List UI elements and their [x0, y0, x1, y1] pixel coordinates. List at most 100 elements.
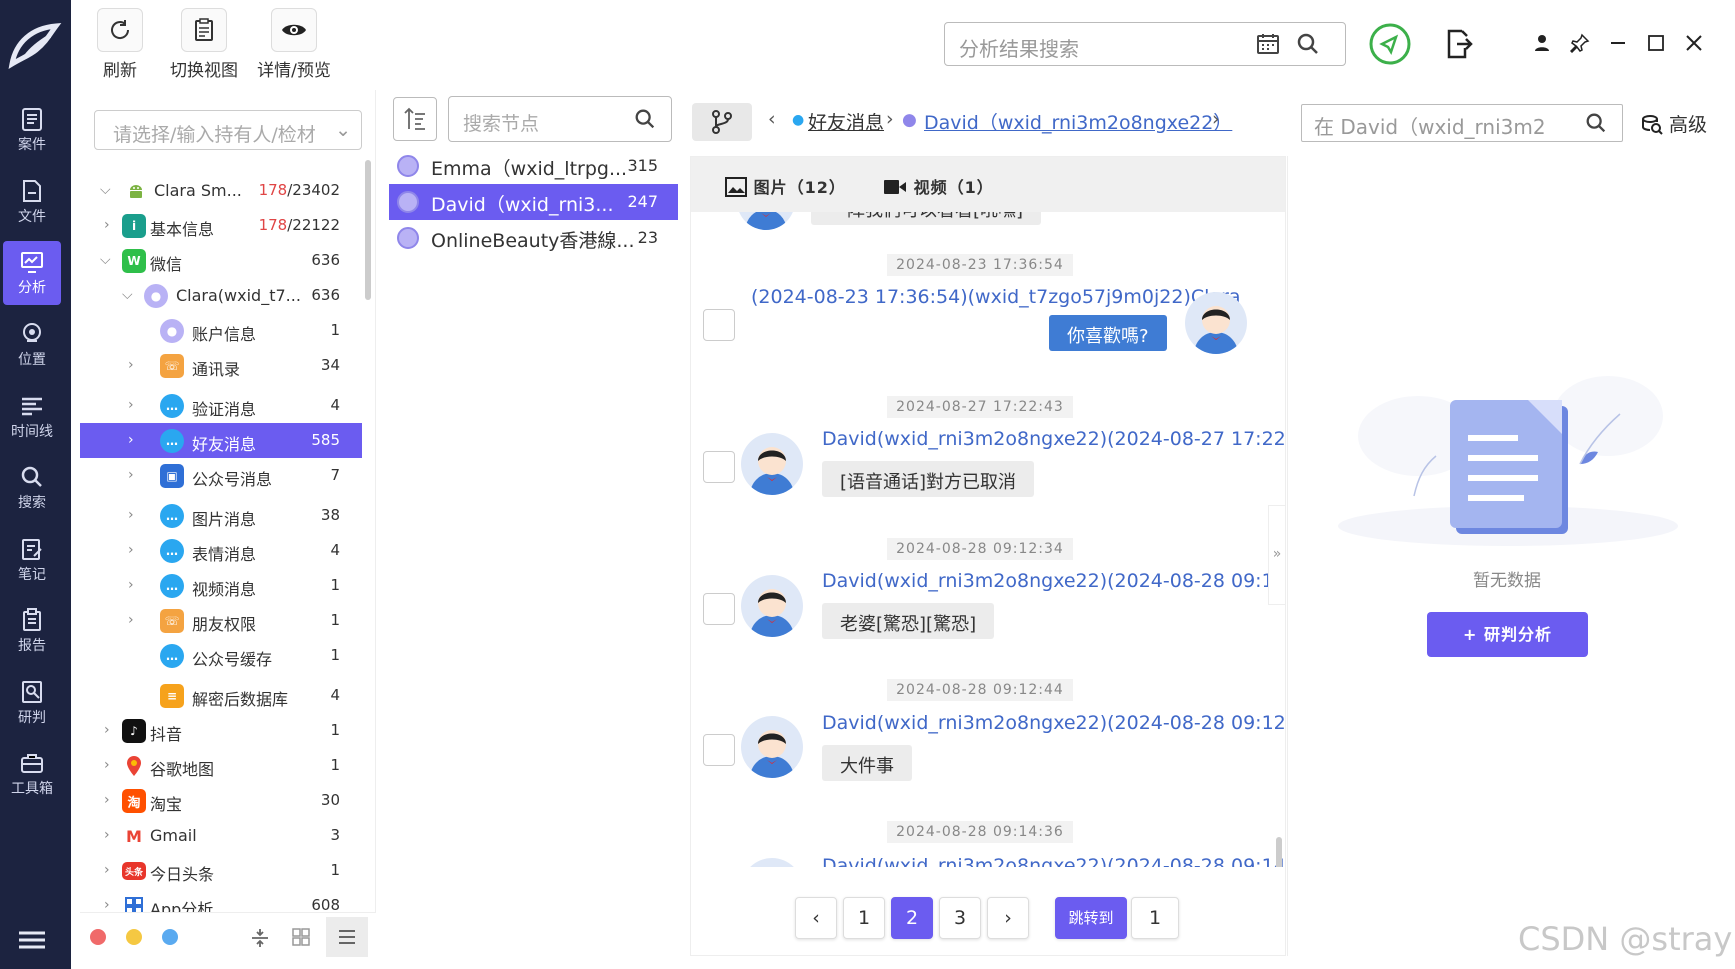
send-status-icon[interactable] — [1368, 22, 1412, 66]
chevron-right-icon[interactable]: › — [104, 757, 116, 773]
search-icon[interactable] — [633, 107, 657, 131]
tree-item-friend-msg[interactable]: › … 好友消息 585 — [80, 423, 362, 458]
chevron-right-icon[interactable]: › — [128, 467, 140, 483]
tree-item-app-analysis[interactable]: › App分析 608 — [80, 888, 362, 912]
chevron-down-icon[interactable]: ⌵ — [100, 252, 112, 268]
collapse-all-icon[interactable] — [250, 927, 270, 949]
tree-item-account-info[interactable]: ● 账户信息 1 — [80, 313, 362, 348]
holder-select[interactable]: 请选择/输入持有人/检材 ⌄ — [94, 110, 362, 150]
export-icon[interactable] — [1444, 28, 1474, 60]
node-search-input[interactable]: 搜索节点 — [448, 96, 672, 142]
nav-item-analysis[interactable]: 分析 — [3, 241, 61, 305]
tree-item-decrypted-db[interactable]: ≡ 解密后数据库 4 — [80, 678, 362, 713]
tree-item-wechat[interactable]: ⌵ W 微信 636 — [80, 243, 362, 278]
search-icon[interactable] — [1295, 31, 1321, 57]
chevron-right-icon[interactable]: › — [104, 862, 116, 878]
chevron-right-icon[interactable]: › — [104, 792, 116, 808]
detail-preview-button[interactable]: 详情/预览 — [250, 8, 338, 81]
contact-item[interactable]: David（wxid_rni3... 247 — [389, 184, 678, 220]
refresh-button[interactable]: 刷新 — [97, 8, 143, 81]
forward-icon[interactable]: › — [1212, 108, 1220, 130]
breadcrumb-friend-msg[interactable]: 好友消息 — [808, 108, 884, 135]
blue-dot-icon[interactable] — [162, 929, 178, 945]
menu-icon[interactable] — [15, 925, 49, 955]
message-checkbox[interactable] — [703, 451, 735, 483]
chevron-right-icon[interactable]: › — [104, 897, 116, 912]
chevron-right-icon[interactable]: › — [128, 577, 140, 593]
chevron-right-icon[interactable]: › — [128, 542, 140, 558]
tree-item-douyin[interactable]: › ♪ 抖音 1 — [80, 713, 362, 748]
tree-scrollbar[interactable] — [365, 160, 371, 300]
nav-item-judge[interactable]: 研判 — [3, 671, 61, 735]
page-button[interactable]: 1 — [843, 897, 885, 939]
jump-to-button[interactable]: 跳转到 — [1055, 897, 1127, 939]
analyze-button[interactable]: + 研判分析 — [1427, 612, 1588, 657]
chevron-right-icon[interactable]: › — [104, 217, 116, 233]
chevron-down-icon[interactable]: ⌵ — [100, 182, 112, 198]
chat-scrollbar[interactable] — [1276, 837, 1282, 867]
calendar-icon[interactable] — [1255, 31, 1281, 57]
search-icon[interactable] — [1584, 111, 1608, 135]
list-view-button[interactable] — [326, 917, 368, 957]
tree-item-account[interactable]: ⌵ ● Clara(wxid_t7... 636 — [80, 278, 362, 313]
message-checkbox[interactable] — [703, 593, 735, 625]
breadcrumb-contact[interactable]: David（wxid_rni3m2o8ngxe22） — [924, 108, 1232, 135]
tree-item-video-msg[interactable]: › … 视频消息 1 — [80, 568, 362, 603]
grid-view-icon[interactable] — [291, 927, 311, 947]
tree-item-gmail[interactable]: › M Gmail 3 — [80, 818, 362, 853]
nav-item-case[interactable]: 案件 — [3, 98, 61, 162]
chevron-down-icon[interactable]: ⌵ — [122, 287, 134, 303]
tree-item-image-msg[interactable]: › … 图片消息 38 — [80, 498, 362, 533]
nav-item-toolbox[interactable]: 工具箱 — [3, 742, 61, 806]
tree-item-taobao[interactable]: › 淘 淘宝 30 — [80, 783, 362, 818]
advanced-search-button[interactable]: 高级 — [1641, 110, 1707, 137]
back-icon[interactable]: ‹ — [768, 108, 776, 130]
tree-item-emoji-msg[interactable]: › … 表情消息 4 — [80, 533, 362, 568]
chevron-right-icon[interactable]: › — [104, 827, 116, 843]
collapse-panel-button[interactable]: » — [1268, 505, 1286, 605]
contact-item[interactable]: OnlineBeauty香港線... 23 — [389, 220, 678, 256]
jump-page-input[interactable]: 1 — [1131, 897, 1179, 939]
tree-item-google-maps[interactable]: › 谷歌地图 1 — [80, 748, 362, 783]
nav-item-note[interactable]: 笔记 — [3, 528, 61, 592]
close-icon[interactable] — [1679, 28, 1709, 58]
tree-item-toutiao[interactable]: › 头条 今日头条 1 — [80, 853, 362, 888]
minimize-icon[interactable] — [1603, 28, 1633, 58]
result-search-input[interactable]: 分析结果搜索 — [944, 22, 1346, 66]
page-button[interactable]: 3 — [939, 897, 981, 939]
pin-icon[interactable] — [1565, 28, 1595, 58]
tree-item-official-cache[interactable]: … 公众号缓存 1 — [80, 638, 362, 673]
switch-view-button[interactable]: 切换视图 — [163, 8, 245, 81]
page-button-current[interactable]: 2 — [891, 897, 933, 939]
chevron-right-icon[interactable]: › — [128, 432, 140, 448]
tab-images[interactable]: 图片（12） — [725, 174, 846, 198]
prev-page-button[interactable]: ‹ — [795, 897, 837, 939]
branch-button[interactable] — [692, 103, 752, 141]
tree-item-basic-info[interactable]: › i 基本信息 178/22122 — [80, 208, 362, 243]
tree-item-contacts[interactable]: › ☏ 通讯录 34 — [80, 348, 362, 383]
nav-item-report[interactable]: 报告 — [3, 599, 61, 663]
in-chat-search-input[interactable]: 在 David（wxid_rni3m2 — [1301, 104, 1623, 142]
tree-item-verify-msg[interactable]: › … 验证消息 4 — [80, 388, 362, 423]
contact-item[interactable]: Emma（wxid_ltrpg... 315 — [389, 148, 678, 184]
tab-videos[interactable]: 视频（1） — [883, 174, 994, 198]
red-dot-icon[interactable] — [90, 929, 106, 945]
chevron-right-icon[interactable]: › — [128, 507, 140, 523]
user-icon[interactable] — [1527, 28, 1557, 58]
nav-item-file[interactable]: 文件 — [3, 170, 61, 234]
chevron-right-icon[interactable]: › — [104, 722, 116, 738]
next-page-button[interactable]: › — [987, 897, 1029, 939]
tree-item-device[interactable]: ⌵ Clara Sm... 178/23402 — [80, 173, 362, 208]
tree-item-official-msg[interactable]: › ▣ 公众号消息 7 — [80, 458, 362, 493]
nav-item-search[interactable]: 搜索 — [3, 456, 61, 520]
yellow-dot-icon[interactable] — [126, 929, 142, 945]
message-checkbox[interactable] — [703, 309, 735, 341]
nav-item-timeline[interactable]: 时间线 — [3, 385, 61, 449]
tree-item-friend-permission[interactable]: › ☏ 朋友权限 1 — [80, 603, 362, 638]
chevron-right-icon[interactable]: › — [128, 357, 140, 373]
chevron-right-icon[interactable]: › — [128, 612, 140, 628]
sort-button[interactable] — [393, 97, 437, 141]
maximize-icon[interactable] — [1641, 28, 1671, 58]
chevron-right-icon[interactable]: › — [128, 397, 140, 413]
message-checkbox[interactable] — [703, 734, 735, 766]
